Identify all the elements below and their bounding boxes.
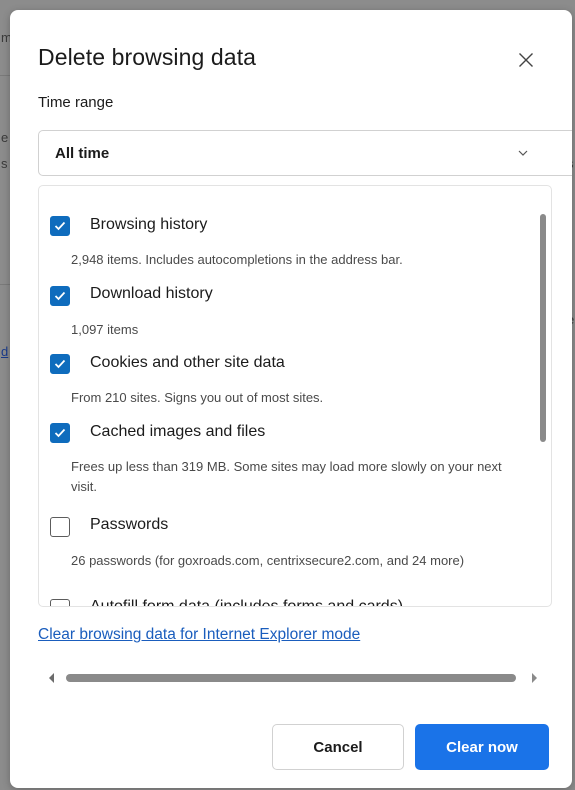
- checkmark-icon: [54, 221, 66, 231]
- dialog-title: Delete browsing data: [38, 44, 257, 70]
- time-range-select[interactable]: All time: [38, 130, 572, 176]
- cached-images-description: Frees up less than 319 MB. Some sites ma…: [71, 459, 502, 494]
- time-range-label: Time range: [38, 94, 114, 111]
- background-text: e: [1, 130, 9, 145]
- checkmark-icon: [54, 291, 66, 301]
- cookies-description: From 210 sites. Signs you out of most si…: [71, 390, 324, 405]
- browsing-history-checkbox[interactable]: [50, 216, 70, 236]
- autofill-checkbox[interactable]: [50, 599, 70, 606]
- scroll-right-icon[interactable]: [530, 672, 538, 684]
- cancel-button[interactable]: Cancel: [272, 724, 404, 770]
- download-history-checkbox[interactable]: [50, 286, 70, 306]
- background-link[interactable]: d: [1, 344, 8, 359]
- chevron-down-icon: [518, 150, 528, 156]
- browsing-history-label[interactable]: Browsing history: [90, 216, 207, 234]
- passwords-description: 26 passwords (for goxroads.com, centrixs…: [71, 553, 465, 568]
- download-history-description: 1,097 items: [71, 322, 139, 337]
- download-history-label[interactable]: Download history: [90, 285, 213, 303]
- checkmark-icon: [54, 428, 66, 438]
- horizontal-scrollbar-thumb[interactable]: [66, 674, 516, 682]
- vertical-scrollbar-thumb[interactable]: [540, 214, 546, 442]
- background-text: s: [1, 156, 8, 171]
- cookies-label[interactable]: Cookies and other site data: [90, 354, 285, 372]
- cookies-checkbox[interactable]: [50, 354, 70, 374]
- autofill-label[interactable]: Autofill form data (includes forms and c…: [90, 598, 403, 606]
- passwords-checkbox[interactable]: [50, 517, 70, 537]
- close-button[interactable]: [510, 44, 542, 76]
- checkmark-icon: [54, 359, 66, 369]
- clear-now-button[interactable]: Clear now: [415, 724, 549, 770]
- close-icon: [519, 53, 533, 67]
- background-divider: [0, 75, 10, 76]
- data-types-list: Browsing history 2,948 items. Includes a…: [38, 185, 552, 607]
- cached-images-label[interactable]: Cached images and files: [90, 423, 265, 441]
- cached-images-checkbox[interactable]: [50, 423, 70, 443]
- scroll-left-icon[interactable]: [48, 672, 56, 684]
- browsing-history-description: 2,948 items. Includes autocompletions in…: [71, 252, 403, 267]
- delete-browsing-data-dialog: Delete browsing data Time range All time…: [10, 10, 572, 788]
- horizontal-scrollbar[interactable]: [38, 668, 552, 688]
- time-range-value: All time: [55, 145, 110, 162]
- passwords-label[interactable]: Passwords: [90, 516, 168, 534]
- background-divider: [0, 284, 10, 285]
- ie-mode-link[interactable]: Clear browsing data for Internet Explore…: [38, 626, 360, 644]
